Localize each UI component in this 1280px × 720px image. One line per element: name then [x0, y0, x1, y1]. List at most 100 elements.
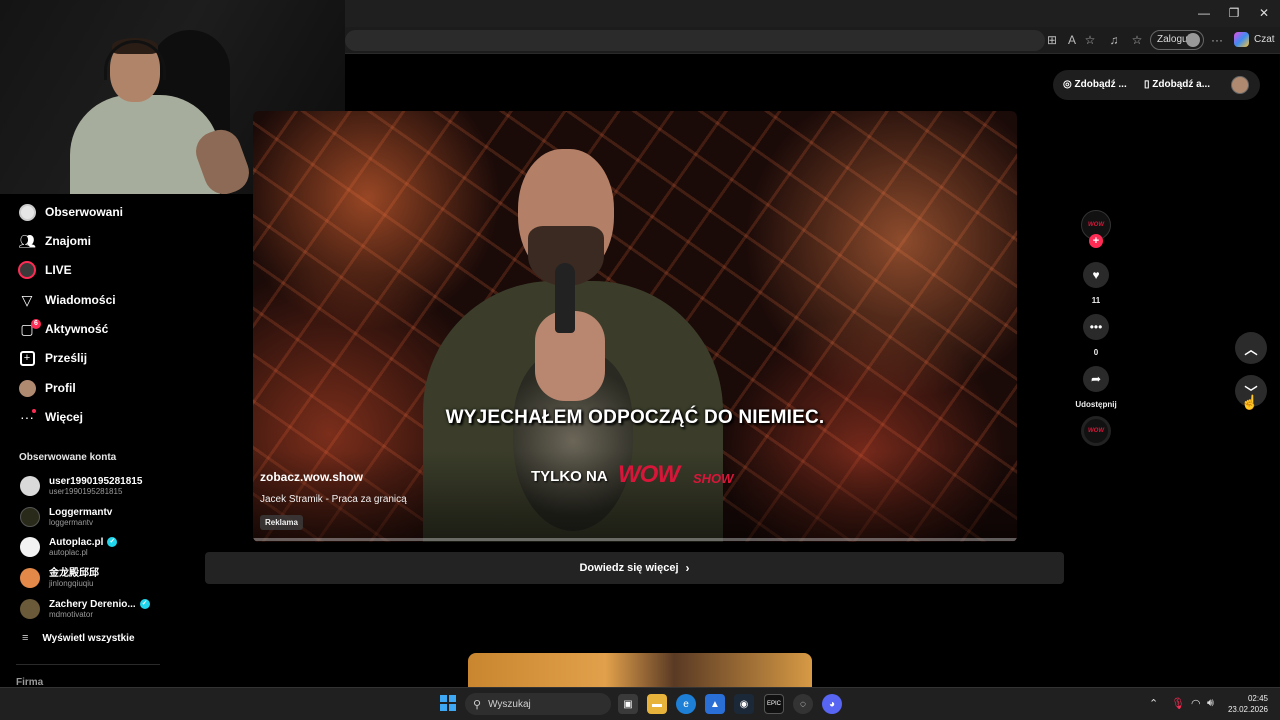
learn-more-button[interactable]: Dowiedz się więcej ›: [205, 552, 1064, 584]
app-icon[interactable]: ◌: [793, 694, 813, 714]
avatar: [20, 599, 40, 619]
account-name: Loggermantv: [49, 506, 113, 518]
more-menu-icon[interactable]: ···: [1209, 32, 1225, 48]
chat-label[interactable]: Czat: [1254, 34, 1275, 45]
chevron-up-icon: ︿: [1244, 341, 1258, 357]
list-icon: ≡: [22, 632, 29, 644]
screenshot-icon[interactable]: ⊞: [1044, 32, 1060, 48]
sidebar-item-more[interactable]: ··· Więcej: [18, 406, 83, 428]
profile-avatar-icon: [1186, 33, 1200, 47]
previous-video-button[interactable]: ︿: [1235, 332, 1267, 364]
chevron-right-icon: ›: [685, 561, 690, 575]
sidebar-item-label: Aktywność: [45, 322, 109, 336]
verified-icon: ✓: [107, 537, 118, 547]
steam-icon[interactable]: ◉: [734, 694, 754, 714]
share-label: Udostępnij: [1075, 400, 1117, 409]
app-label: Zdobądź a...: [1152, 79, 1211, 90]
minimize-button[interactable]: —: [1190, 4, 1218, 22]
heart-icon: ♥: [1092, 268, 1100, 282]
microphone-icon[interactable]: 🎙︎: [1171, 697, 1185, 710]
followed-account[interactable]: user1990195281815 user1990195281815: [20, 473, 142, 499]
comment-button[interactable]: •••: [1083, 314, 1109, 340]
learn-more-label: Dowiedz się więcej: [579, 562, 679, 574]
sidebar-divider: [16, 664, 160, 665]
coins-icon: ◎: [1063, 79, 1075, 90]
account-name: 金龙殿邱邱: [49, 567, 99, 579]
wifi-icon[interactable]: ◠: [1191, 697, 1201, 710]
share-button[interactable]: ➦: [1083, 366, 1109, 392]
tray-overflow-icon[interactable]: ⌃: [1149, 697, 1158, 710]
followed-accounts-title: Obserwowane konta: [19, 452, 117, 463]
show-all-label: Wyświetl wszystkie: [42, 632, 135, 644]
translate-icon[interactable]: A: [1064, 32, 1080, 48]
edge-browser-icon[interactable]: e: [676, 694, 696, 714]
sidebar-item-label: Więcej: [45, 410, 83, 424]
sidebar-item-friends[interactable]: 👥︎ Znajomi: [18, 230, 91, 252]
volume-icon[interactable]: 🔊︎: [1207, 697, 1214, 710]
video-progress-bar[interactable]: [253, 538, 1017, 541]
followed-account[interactable]: Zachery Derenio... ✓ mdmotivator: [20, 596, 150, 622]
epic-games-icon[interactable]: EPIC: [764, 694, 784, 714]
clock-time: 02:45: [1247, 694, 1268, 703]
followed-account[interactable]: Autoplac.pl ✓ autoplac.pl: [20, 534, 118, 560]
next-video-preview[interactable]: [468, 653, 812, 687]
comment-icon: •••: [1089, 320, 1103, 334]
upload-icon: +: [18, 349, 36, 367]
following-icon: [18, 203, 36, 221]
profile-icon: [18, 379, 36, 397]
login-label: Zaloguj: [1157, 34, 1190, 45]
task-view-icon[interactable]: ▣: [618, 694, 638, 714]
store-icon[interactable]: ▲: [705, 694, 725, 714]
sidebar-item-profile[interactable]: Profil: [18, 377, 76, 399]
avatar: [20, 476, 40, 496]
sidebar-item-following[interactable]: Obserwowani: [18, 201, 123, 223]
share-icon: ➦: [1090, 372, 1102, 386]
favorite-star-icon[interactable]: ☆: [1082, 32, 1098, 48]
taskbar-clock[interactable]: 02:45 23.02.2026: [1222, 693, 1268, 715]
creator-avatar-text: WOW: [1088, 222, 1104, 228]
sidebar-item-messages[interactable]: ▽ Wiadomości: [18, 289, 116, 311]
file-explorer-icon[interactable]: ▬: [647, 694, 667, 714]
followed-account[interactable]: 金龙殿邱邱 jinlongqiuqiu: [20, 565, 99, 591]
windows-start-icon[interactable]: [440, 695, 456, 711]
sidebar-item-upload[interactable]: + Prześlij: [18, 347, 87, 369]
video-description: Jacek Stramik - Praca za granicą: [260, 494, 407, 505]
video-player[interactable]: WYJECHAŁEM ODPOCZĄĆ DO NIEMIEC. TYLKO NA…: [253, 111, 1017, 542]
music-extension-icon[interactable]: ♫: [1106, 32, 1122, 48]
maximize-button[interactable]: ❐: [1220, 4, 1248, 22]
ad-badge: Reklama: [260, 515, 303, 530]
search-placeholder: Wyszukaj: [488, 698, 531, 710]
like-button[interactable]: ♥: [1083, 262, 1109, 288]
favorites-icon[interactable]: ☆: [1129, 32, 1145, 48]
account-username: autoplac.pl: [49, 547, 88, 557]
account-username: jinlongqiuqiu: [49, 578, 94, 588]
account-username: user1990195281815: [49, 486, 123, 496]
live-icon: [18, 261, 36, 279]
video-microphone: [555, 263, 575, 333]
user-avatar[interactable]: [1231, 76, 1249, 94]
video-promo-text: TYLKO NA: [531, 468, 608, 485]
copilot-icon[interactable]: [1234, 32, 1249, 47]
video-author-handle[interactable]: zobacz.wow.show: [260, 470, 363, 484]
get-coins-button[interactable]: ◎ Zdobądź ...: [1063, 79, 1127, 90]
follow-plus-icon[interactable]: +: [1089, 234, 1103, 248]
activity-badge: 6: [31, 319, 41, 329]
sidebar-item-live[interactable]: LIVE: [18, 259, 72, 281]
taskbar-search-input[interactable]: ⚲ Wyszukaj: [465, 693, 611, 715]
close-window-button[interactable]: ✕: [1250, 4, 1278, 22]
address-bar[interactable]: [345, 30, 1045, 51]
get-app-button[interactable]: ▯ Zdobądź a...: [1144, 79, 1210, 90]
discord-icon[interactable]: ◕: [822, 694, 842, 714]
sound-disc[interactable]: WOW: [1081, 416, 1111, 446]
account-name: Autoplac.pl: [49, 536, 104, 548]
verified-icon: ✓: [139, 599, 150, 609]
followed-account[interactable]: Loggermantv loggermantv: [20, 504, 112, 530]
video-promo-brand: WOW: [618, 461, 680, 488]
avatar: [20, 537, 40, 557]
messages-icon: ▽: [21, 291, 33, 308]
sidebar-item-label: Prześlij: [45, 351, 88, 365]
account-name: user1990195281815: [49, 475, 143, 487]
show-all-accounts-button[interactable]: ≡ Wyświetl wszystkie: [22, 632, 135, 644]
windows-taskbar: [0, 687, 1280, 720]
friends-icon: 👥︎: [18, 232, 36, 249]
